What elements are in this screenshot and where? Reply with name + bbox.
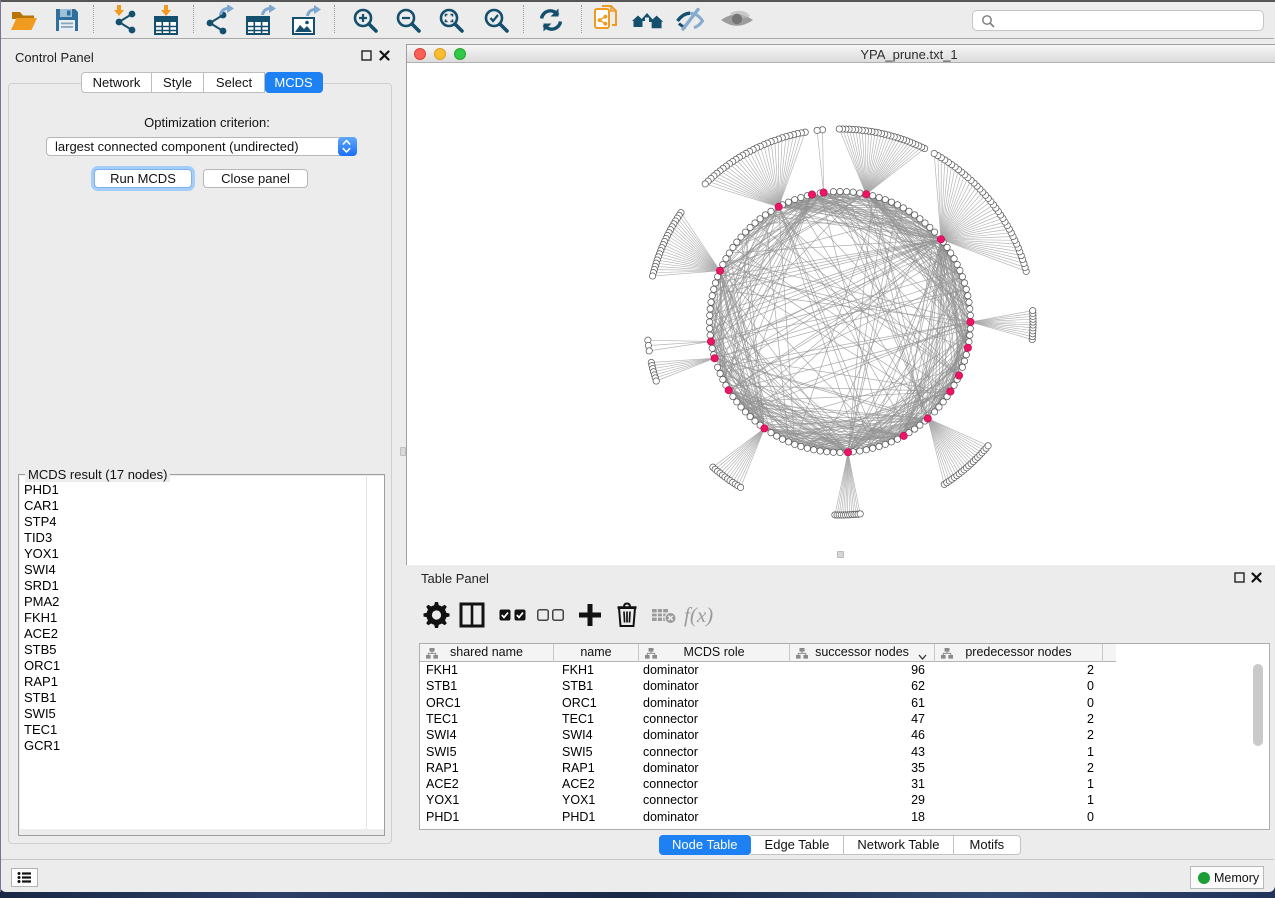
svg-text:f(x): f(x)	[684, 603, 713, 627]
